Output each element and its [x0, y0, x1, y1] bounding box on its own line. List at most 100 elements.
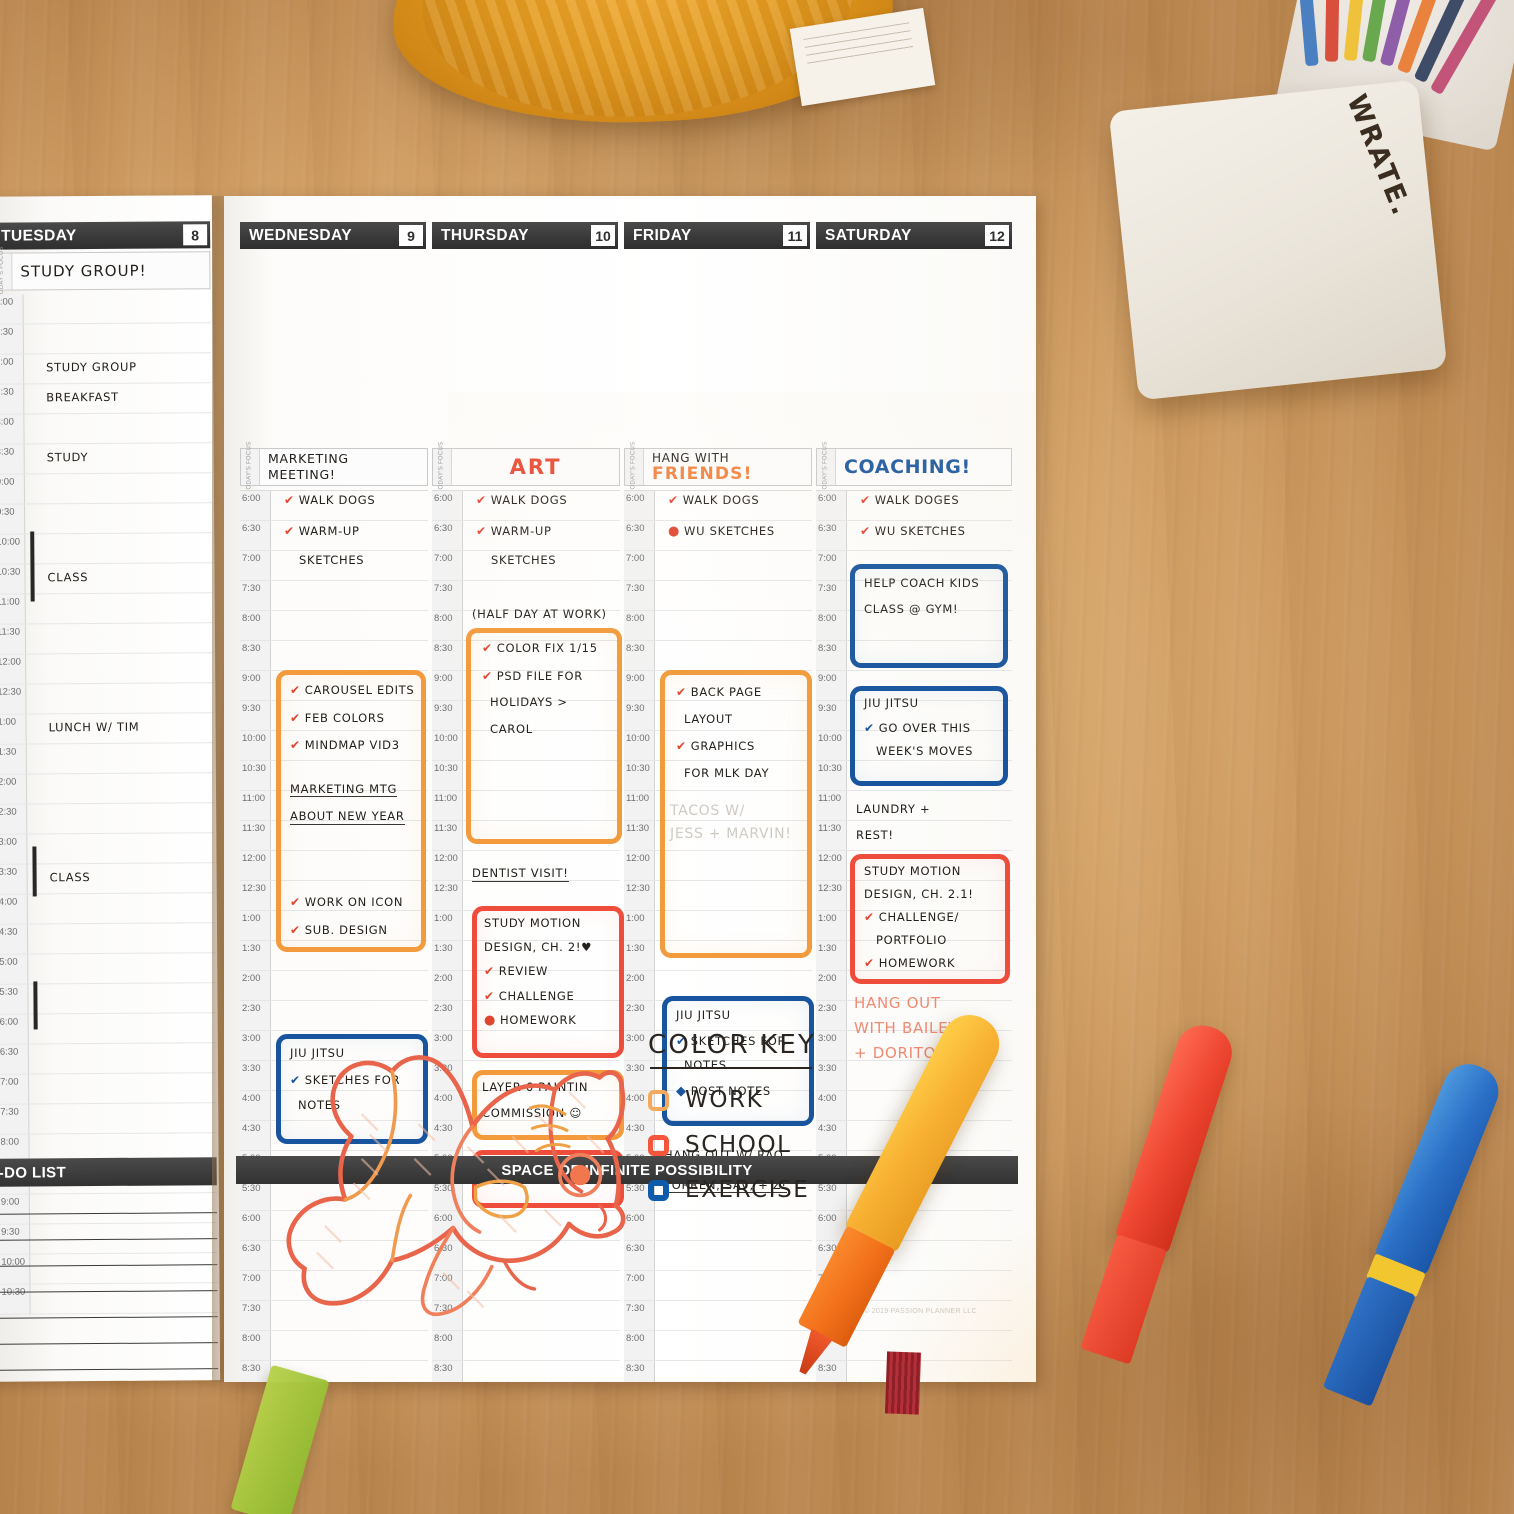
time-label: 1:00	[816, 911, 847, 940]
time-row-writing-area[interactable]	[655, 611, 812, 640]
bullet-icon: ●	[668, 523, 681, 539]
time-row-writing-area[interactable]	[28, 953, 215, 983]
time-row-writing-area[interactable]	[24, 413, 211, 443]
time-row-writing-area[interactable]	[463, 1331, 620, 1360]
work-box-footer-wednesday: ✔ WORK ON ICON ✔ SUB. DESIGN	[290, 896, 403, 936]
todays-focus-label: TODAY'S FOCUS	[0, 246, 13, 298]
time-row-writing-area[interactable]	[28, 983, 215, 1013]
footer-line: HANG OUT	[854, 994, 941, 1012]
time-row-writing-area[interactable]	[655, 1271, 812, 1300]
class-duration-bar-afternoon	[32, 846, 37, 897]
time-row-writing-area[interactable]	[27, 773, 214, 803]
time-row-writing-area[interactable]	[655, 581, 812, 610]
time-label: 9:00	[432, 671, 463, 700]
time-row-writing-area[interactable]	[29, 1013, 216, 1043]
entry-line: DESIGN, CH. 2!♥	[484, 939, 593, 954]
check-icon: ✔	[484, 988, 495, 1003]
time-row-writing-area[interactable]	[271, 611, 428, 640]
time-row-writing-area[interactable]	[271, 581, 428, 610]
time-row-writing-area[interactable]	[25, 473, 212, 503]
time-row-writing-area[interactable]	[463, 1361, 620, 1382]
time-row-writing-area[interactable]	[29, 1073, 216, 1103]
time-row-writing-area[interactable]	[655, 551, 812, 580]
work-box-content-friday: ✔ BACK PAGE LAYOUT ✔ GRAPHICS FOR MLK DAY	[676, 686, 769, 779]
time-row-writing-area[interactable]: STUDY	[25, 443, 212, 473]
time-label: 6:00	[624, 491, 655, 520]
time-row-writing-area[interactable]: CLASS	[28, 863, 215, 893]
check-icon: ✔	[484, 964, 495, 978]
time-label: 12:00	[0, 654, 27, 684]
todo-list-row[interactable]	[0, 1213, 218, 1241]
time-row-writing-area[interactable]: BREAKFAST	[24, 383, 211, 413]
todo-list-row[interactable]	[0, 1291, 218, 1319]
time-row-writing-area[interactable]: STUDY GROUP	[24, 353, 211, 383]
time-label: 7:00	[624, 551, 655, 580]
todays-focus-text: COACHING!	[836, 449, 1011, 485]
time-row-writing-area[interactable]	[655, 641, 812, 670]
time-row-writing-area[interactable]	[28, 893, 215, 923]
time-row-writing-area[interactable]	[24, 293, 211, 323]
time-label: 8:30	[624, 641, 655, 670]
time-label: 10:30	[0, 564, 26, 594]
time-row: 2:00	[240, 971, 428, 1001]
day-header-wednesday: WEDNESDAY 9	[240, 222, 426, 249]
day-name: FRIDAY	[633, 226, 692, 244]
time-row-writing-area[interactable]	[27, 803, 214, 833]
todo-list-row[interactable]	[0, 1239, 218, 1267]
todo-list-row[interactable]	[0, 1369, 219, 1382]
time-row: 12:30	[0, 683, 214, 715]
time-row: 8:00	[240, 611, 428, 641]
entry-line: ✔ WALK DOGES	[860, 493, 960, 507]
time-row-writing-area[interactable]	[847, 1331, 1012, 1360]
entry-line: ✔ WALK DOGS	[284, 493, 376, 507]
time-row-writing-area[interactable]	[27, 743, 214, 773]
time-label: 6:00	[0, 294, 24, 324]
time-row-writing-area[interactable]	[271, 1331, 428, 1360]
time-row-writing-area[interactable]: LUNCH W/ TIM	[26, 713, 213, 743]
todo-list-row[interactable]	[0, 1265, 218, 1293]
time-row-writing-area[interactable]	[27, 833, 214, 863]
time-row-writing-area[interactable]	[655, 1241, 812, 1270]
time-row-writing-area[interactable]	[271, 971, 428, 1000]
todays-focus-box-wednesday: TODAY'S FOCUS MARKETING MEETING!	[240, 441, 428, 493]
todo-list-row[interactable]	[0, 1187, 217, 1215]
time-row-writing-area[interactable]	[26, 683, 213, 713]
day-header-friday: FRIDAY 11	[624, 222, 810, 249]
time-row: 6:00	[0, 293, 211, 325]
time-row-writing-area[interactable]	[26, 593, 213, 623]
todo-list-row[interactable]: P	[0, 1343, 219, 1371]
time-label: 10:30	[432, 761, 463, 790]
entry-line: JIU JITSU	[864, 696, 919, 710]
eraser-label: WRATE.	[1340, 90, 1418, 221]
entry-line: WEEK'S MOVES	[876, 744, 974, 758]
todays-focus-label: TODAY'S FOCUS	[241, 441, 260, 493]
time-label: 7:00	[0, 354, 25, 384]
todo-list-row[interactable]	[0, 1317, 218, 1345]
time-row-writing-area[interactable]	[24, 323, 211, 353]
time-label: 7:30	[432, 581, 463, 610]
entry-line: ✔ WARM-UP	[284, 523, 360, 538]
time-row-writing-area[interactable]	[28, 923, 215, 953]
check-icon: ✔	[476, 493, 487, 507]
time-label: 1:30	[624, 941, 655, 970]
time-row-writing-area[interactable]	[271, 641, 428, 670]
entry-line: LUNCH W/ TIM	[48, 719, 140, 735]
color-key-item-work: WORK	[648, 1087, 898, 1113]
day-name: THURSDAY	[441, 226, 529, 244]
time-row-writing-area[interactable]	[655, 1301, 812, 1330]
time-row-writing-area[interactable]	[29, 1043, 216, 1073]
entry-line: MARKETING MTG	[290, 781, 398, 797]
check-icon: ✔	[668, 493, 679, 507]
time-row-writing-area[interactable]	[25, 503, 212, 533]
todays-focus-text: MARKETING MEETING!	[260, 449, 427, 485]
time-row-writing-area[interactable]	[26, 653, 213, 683]
time-row-writing-area[interactable]	[847, 1361, 1012, 1382]
time-row-writing-area[interactable]	[29, 1103, 216, 1133]
time-row-writing-area[interactable]	[463, 581, 620, 610]
time-row-writing-area[interactable]: CLASS	[25, 563, 212, 593]
focus-line-2: MEETING!	[268, 467, 336, 482]
time-row-writing-area[interactable]	[25, 533, 212, 563]
eraser-block-prop: WRATE.	[1108, 79, 1448, 401]
time-label: 7:30	[0, 1104, 30, 1134]
time-row-writing-area[interactable]	[26, 623, 213, 653]
